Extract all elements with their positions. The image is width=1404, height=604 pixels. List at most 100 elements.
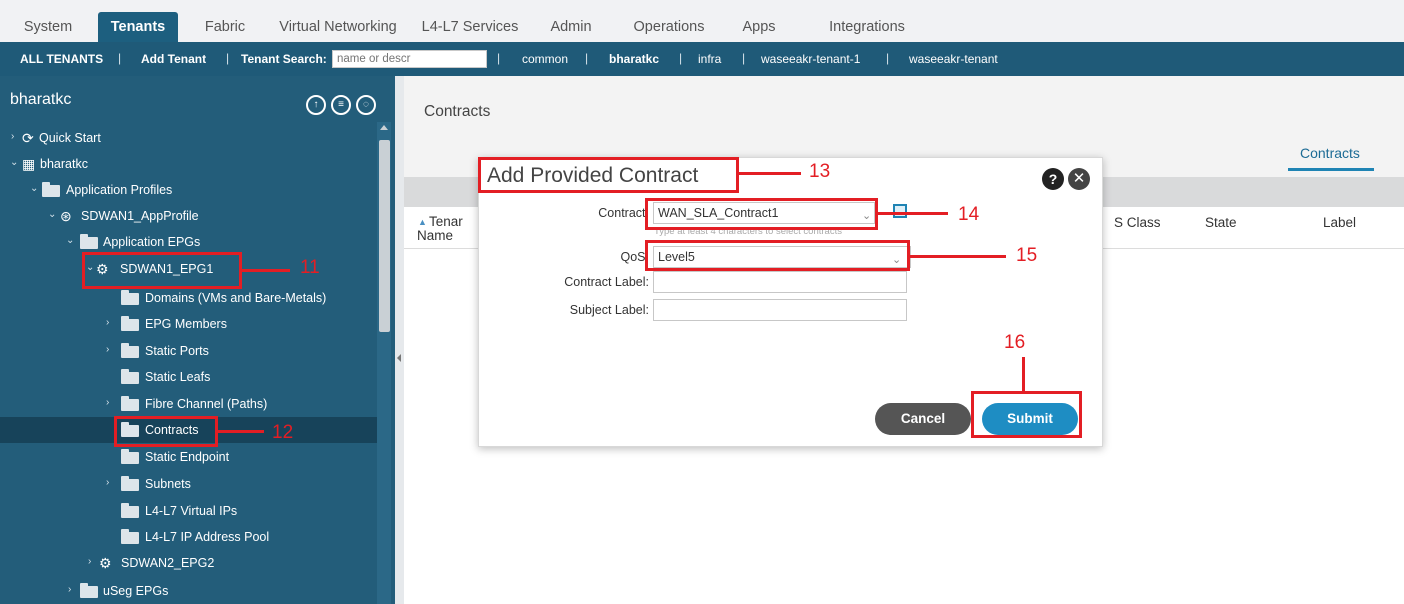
annotation-box-15 <box>645 240 910 271</box>
app-profile-icon: ⊛ <box>60 208 72 224</box>
tree-item-l4-l7-virtual-ips[interactable]: L4-L7 Virtual IPs <box>0 498 377 524</box>
tree-item-app-profile[interactable]: ⌄ ⊛ SDWAN1_AppProfile <box>0 203 377 229</box>
chevron-right-icon[interactable]: › <box>88 556 98 567</box>
tree-label: Application Profiles <box>66 183 173 197</box>
help-icon[interactable]: ? <box>1042 168 1064 190</box>
subject-label-input[interactable] <box>653 299 907 321</box>
add-tenant-link[interactable]: Add Tenant <box>141 52 206 66</box>
expand-icon[interactable]: ↑ <box>306 95 326 115</box>
tree-item-useg-epgs[interactable]: › uSeg EPGs <box>0 578 377 604</box>
scroll-up-icon[interactable] <box>380 125 388 130</box>
tree-item-subnets[interactable]: › Subnets <box>0 471 377 497</box>
chevron-right-icon[interactable]: › <box>68 584 78 595</box>
folder-icon <box>121 449 139 464</box>
chevron-right-icon[interactable]: › <box>106 397 116 408</box>
folder-icon <box>121 529 139 544</box>
chevron-down-icon[interactable]: ⌄ <box>30 183 40 194</box>
folder-icon <box>80 234 98 249</box>
navigation-pane: bharatkc ↑ ≡ ◌ › ⟳ Quick Start ⌄ ▦ bhara… <box>0 76 395 604</box>
column-header-label[interactable]: Label <box>1323 215 1356 230</box>
tab-admin[interactable]: Admin <box>536 12 606 42</box>
nav-scrollbar-thumb[interactable] <box>379 140 390 332</box>
column-header-tenant[interactable]: Tenar <box>429 214 463 229</box>
chevron-right-icon[interactable]: › <box>106 344 116 355</box>
create-contract-icon[interactable] <box>893 204 907 218</box>
tenant-icon: ▦ <box>22 156 36 172</box>
column-header-qos-class[interactable]: S Class <box>1114 215 1161 230</box>
tenant-link-waseeakr-tenant[interactable]: waseeakr-tenant <box>909 52 998 66</box>
separator: | <box>742 51 746 65</box>
tab-contracts[interactable]: Contracts <box>1300 145 1360 161</box>
annotation-number-16: 16 <box>1004 332 1026 353</box>
tenant-link-bharatkc[interactable]: bharatkc <box>609 52 659 66</box>
refresh-icon[interactable]: ◌ <box>356 95 376 115</box>
tree-label: EPG Members <box>145 317 227 331</box>
tree-item-l4-l7-ip-address-pool[interactable]: L4-L7 IP Address Pool <box>0 524 377 550</box>
separator: | <box>226 51 230 65</box>
folder-icon <box>121 369 139 384</box>
tab-integrations[interactable]: Integrations <box>806 12 928 42</box>
tenant-bar: ALL TENANTS | Add Tenant | Tenant Search… <box>0 42 1404 76</box>
tree-item-quick-start[interactable]: › ⟳ Quick Start <box>0 125 377 151</box>
tenant-search-label: Tenant Search: <box>241 52 327 66</box>
folder-icon <box>42 182 60 197</box>
column-header-name[interactable]: Name <box>417 228 453 243</box>
tree-item-fibre-channel[interactable]: › Fibre Channel (Paths) <box>0 391 377 417</box>
contract-label-input[interactable] <box>653 271 907 293</box>
tree-item-application-profiles[interactable]: ⌄ Application Profiles <box>0 177 377 203</box>
tree-label: SDWAN1_AppProfile <box>81 209 199 223</box>
annotation-line-15 <box>910 255 1006 258</box>
chevron-down-icon[interactable]: ⌄ <box>10 157 20 168</box>
chevron-right-icon[interactable]: › <box>106 317 116 328</box>
cancel-button[interactable]: Cancel <box>875 403 971 435</box>
tree-item-epg-members[interactable]: › EPG Members <box>0 311 377 337</box>
tree-item-static-leafs[interactable]: Static Leafs <box>0 364 377 390</box>
annotation-number-14: 14 <box>958 204 980 225</box>
separator: | <box>497 51 501 65</box>
close-icon[interactable]: ✕ <box>1068 168 1090 190</box>
folder-icon <box>121 503 139 518</box>
tree-label: Static Endpoint <box>145 450 230 464</box>
collapse-arrow-icon[interactable] <box>397 354 401 362</box>
tenant-search-input[interactable] <box>332 50 487 68</box>
annotation-number-13: 13 <box>809 161 831 182</box>
tree-item-static-endpoint[interactable]: Static Endpoint <box>0 444 377 470</box>
annotation-box-12 <box>114 416 218 447</box>
apic-window: System Tenants Fabric Virtual Networking… <box>0 0 1404 604</box>
annotation-line-13 <box>739 172 801 175</box>
tab-operations[interactable]: Operations <box>614 12 724 42</box>
tenant-link-infra[interactable]: infra <box>698 52 721 66</box>
epg-icon: ⚙ <box>99 555 112 571</box>
separator: | <box>679 51 683 65</box>
tree-item-static-ports[interactable]: › Static Ports <box>0 338 377 364</box>
tree-label: bharatkc <box>40 157 88 171</box>
tab-fabric[interactable]: Fabric <box>190 12 260 42</box>
tab-l4-l7-services[interactable]: L4-L7 Services <box>414 12 526 42</box>
pane-splitter[interactable] <box>395 76 404 604</box>
tenant-link-common[interactable]: common <box>522 52 568 66</box>
tab-apps[interactable]: Apps <box>726 12 792 42</box>
sort-asc-icon[interactable]: ▲ <box>418 217 427 227</box>
annotation-box-16 <box>971 391 1082 438</box>
tab-tenants[interactable]: Tenants <box>98 12 178 42</box>
chevron-down-icon[interactable]: ⌄ <box>48 209 58 220</box>
tree-label: Domains (VMs and Bare-Metals) <box>145 291 327 305</box>
tree-label: Application EPGs <box>103 235 201 249</box>
tenant-link-waseeakr-tenant-1[interactable]: waseeakr-tenant-1 <box>761 52 860 66</box>
tab-system[interactable]: System <box>12 12 84 42</box>
tree-label: uSeg EPGs <box>103 584 169 598</box>
chevron-down-icon[interactable]: ⌄ <box>66 235 76 246</box>
column-header-state[interactable]: State <box>1205 215 1237 230</box>
collapse-icon[interactable]: ≡ <box>331 95 351 115</box>
tree-label: Quick Start <box>39 131 101 145</box>
contract-label-field-label: Contract Label: <box>564 275 649 289</box>
tree-item-tenant[interactable]: ⌄ ▦ bharatkc <box>0 151 377 177</box>
chevron-right-icon[interactable]: › <box>11 131 21 142</box>
tree-item-epg2[interactable]: › ⚙ SDWAN2_EPG2 <box>0 550 377 576</box>
tab-virtual-networking[interactable]: Virtual Networking <box>276 12 400 42</box>
tree-label: SDWAN2_EPG2 <box>121 556 215 570</box>
chevron-right-icon[interactable]: › <box>106 477 116 488</box>
annotation-number-15: 15 <box>1016 245 1038 266</box>
all-tenants-link[interactable]: ALL TENANTS <box>20 52 103 66</box>
annotation-number-11: 11 <box>300 257 320 278</box>
